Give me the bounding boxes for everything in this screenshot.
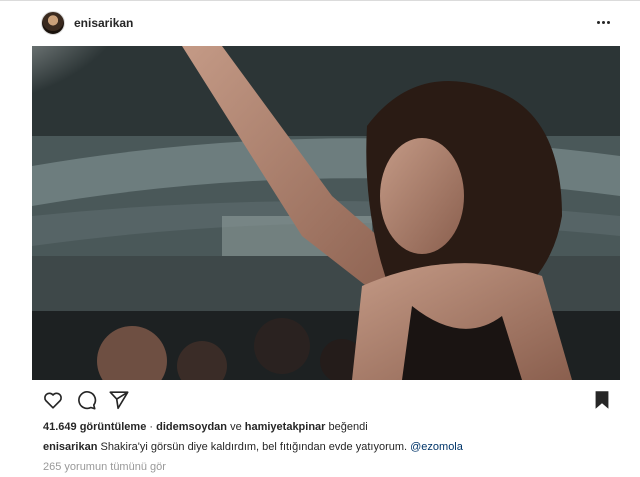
more-dot-icon <box>596 20 600 24</box>
liker-username[interactable]: hamiyetakpinar <box>245 421 326 433</box>
heart-icon <box>44 392 62 409</box>
concert-photo <box>32 46 620 380</box>
paper-plane-icon <box>109 391 129 410</box>
caption-text: Shakira'yi görsün diye kaldırdım, bel fı… <box>97 441 411 453</box>
post-caption: enisarikan Shakira'yi görsün diye kaldır… <box>43 441 463 453</box>
share-button[interactable] <box>108 389 130 411</box>
more-dot-icon <box>606 20 610 24</box>
views-and-likes: 41.649 görüntüleme · didemsoydan ve hami… <box>43 421 368 433</box>
more-options-button[interactable] <box>594 14 612 30</box>
caption-mention[interactable]: @ezomola <box>410 441 463 453</box>
comment-bubble-icon <box>78 391 97 410</box>
liker-username[interactable]: didemsoydan <box>156 421 227 433</box>
liked-text: beğendi <box>325 421 368 433</box>
avatar[interactable] <box>41 11 65 35</box>
post-username[interactable]: enisarikan <box>74 16 133 30</box>
more-dot-icon <box>601 20 605 24</box>
post-header: enisarikan <box>0 0 640 46</box>
divider <box>0 0 640 1</box>
save-button[interactable] <box>591 389 613 411</box>
separator: · <box>146 421 157 433</box>
post-actions-bar <box>0 386 640 414</box>
like-button[interactable] <box>42 389 64 411</box>
caption-author[interactable]: enisarikan <box>43 441 97 453</box>
comment-button[interactable] <box>75 389 97 411</box>
post-media-video[interactable] <box>32 46 620 380</box>
view-all-comments-link[interactable]: 265 yorumun tümünü gör <box>43 461 166 473</box>
views-count: 41.649 görüntüleme <box>43 421 147 433</box>
and-text: ve <box>227 421 245 433</box>
bookmark-icon <box>595 391 609 409</box>
